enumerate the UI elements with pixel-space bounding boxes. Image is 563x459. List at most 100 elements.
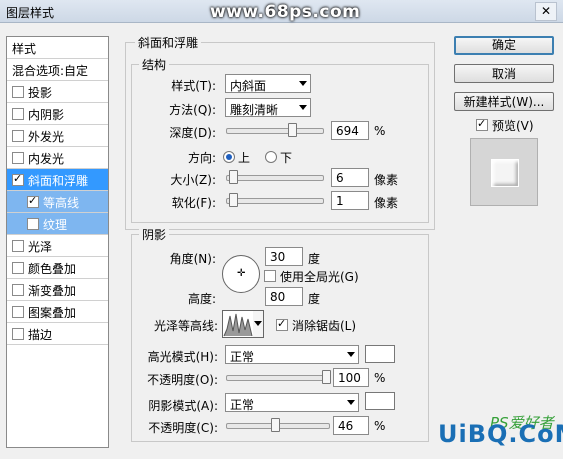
bevel-group-title: 斜面和浮雕 bbox=[135, 34, 202, 51]
radio-checked-icon bbox=[223, 151, 235, 163]
shadow-mode-select[interactable]: 正常 bbox=[225, 393, 359, 412]
chevron-down-icon bbox=[299, 81, 307, 86]
preview-checkbox[interactable]: 预览(V) bbox=[476, 117, 534, 134]
checkbox-icon[interactable] bbox=[12, 152, 24, 164]
soften-field[interactable]: 1 bbox=[331, 191, 369, 210]
chevron-down-icon bbox=[299, 105, 307, 110]
angle-unit: 度 bbox=[308, 252, 321, 266]
checkbox-icon[interactable] bbox=[27, 218, 39, 230]
style-item-label: 投影 bbox=[28, 86, 53, 100]
styles-list: 样式 混合选项:自定 投影内阴影外发光内发光斜面和浮雕等高线纹理光泽颜色叠加渐变… bbox=[6, 36, 109, 448]
method-label: 方法(Q): bbox=[169, 103, 216, 117]
size-slider-thumb[interactable] bbox=[229, 170, 238, 184]
cancel-button[interactable]: 取消 bbox=[454, 64, 554, 83]
style-label: 样式(T): bbox=[171, 79, 216, 93]
gloss-contour-picker[interactable] bbox=[222, 310, 254, 338]
blending-options-item[interactable]: 混合选项:自定 bbox=[7, 59, 108, 81]
checkbox-icon[interactable] bbox=[12, 240, 24, 252]
direction-down-label: 下 bbox=[280, 151, 293, 165]
style-item-label: 斜面和浮雕 bbox=[28, 174, 89, 188]
size-field[interactable]: 6 bbox=[331, 168, 369, 187]
highlight-opacity-field[interactable]: 100 bbox=[333, 368, 369, 387]
style-item-label: 光泽 bbox=[28, 240, 53, 254]
shading-title: 阴影 bbox=[139, 226, 170, 243]
gloss-contour-dropdown[interactable] bbox=[253, 310, 264, 338]
shadow-color-swatch[interactable] bbox=[365, 392, 395, 410]
direction-down-radio[interactable]: 下 bbox=[265, 149, 292, 166]
checkbox-checked-icon[interactable] bbox=[12, 172, 24, 186]
style-item[interactable]: 内发光 bbox=[7, 147, 108, 169]
direction-up-radio[interactable]: 上 bbox=[223, 149, 250, 166]
style-item-label: 描边 bbox=[28, 328, 53, 342]
soften-unit: 像素 bbox=[374, 196, 399, 210]
style-item[interactable]: 内阴影 bbox=[7, 103, 108, 125]
close-button[interactable]: ✕ bbox=[535, 2, 557, 21]
crosshair-icon: ✛ bbox=[237, 268, 246, 279]
styles-header[interactable]: 样式 bbox=[7, 37, 108, 59]
angle-field[interactable]: 30 bbox=[265, 247, 303, 266]
checkbox-icon[interactable] bbox=[12, 328, 24, 340]
style-item-label: 内阴影 bbox=[28, 108, 65, 122]
new-style-button[interactable]: 新建样式(W)... bbox=[454, 92, 554, 111]
style-item[interactable]: 纹理 bbox=[7, 213, 108, 235]
checkbox-icon[interactable] bbox=[12, 130, 24, 142]
highlight-opacity-label: 不透明度(O): bbox=[147, 373, 218, 387]
chevron-down-icon bbox=[254, 321, 262, 326]
gloss-contour-label: 光泽等高线: bbox=[153, 319, 218, 333]
soften-label: 软化(F): bbox=[171, 196, 216, 210]
style-item-label: 外发光 bbox=[28, 130, 65, 144]
style-item[interactable]: 光泽 bbox=[7, 235, 108, 257]
highlight-mode-select[interactable]: 正常 bbox=[225, 345, 359, 364]
shadow-opacity-field[interactable]: 46 bbox=[333, 416, 369, 435]
highlight-mode-label: 高光模式(H): bbox=[147, 350, 218, 364]
highlight-opacity-slider[interactable] bbox=[226, 370, 331, 384]
style-item[interactable]: 等高线 bbox=[7, 191, 108, 213]
direction-label: 方向: bbox=[187, 151, 216, 165]
watermark-bottom-logo: UiBQ.CoM bbox=[438, 420, 563, 448]
antialias-checkbox[interactable]: 消除锯齿(L) bbox=[276, 317, 356, 334]
style-item-label: 图案叠加 bbox=[28, 306, 77, 320]
depth-slider-thumb[interactable] bbox=[288, 123, 297, 137]
style-item[interactable]: 渐变叠加 bbox=[7, 279, 108, 301]
highlight-color-swatch[interactable] bbox=[365, 345, 395, 363]
angle-dial[interactable]: ✛ bbox=[222, 255, 260, 293]
style-item[interactable]: 外发光 bbox=[7, 125, 108, 147]
checkbox-icon[interactable] bbox=[12, 86, 24, 98]
depth-slider[interactable] bbox=[226, 123, 324, 137]
shadow-opacity-slider[interactable] bbox=[226, 418, 330, 432]
antialias-label: 消除锯齿(L) bbox=[292, 319, 357, 333]
checkbox-icon[interactable] bbox=[12, 306, 24, 318]
window-title: 图层样式 bbox=[6, 6, 55, 20]
method-select[interactable]: 雕刻清晰 bbox=[225, 98, 311, 117]
global-light-label: 使用全局光(G) bbox=[280, 270, 359, 284]
soften-slider-thumb[interactable] bbox=[229, 193, 238, 207]
checkbox-icon[interactable] bbox=[12, 108, 24, 120]
checkbox-icon[interactable] bbox=[12, 262, 24, 274]
depth-field[interactable]: 694 bbox=[331, 121, 369, 140]
style-item[interactable]: 图案叠加 bbox=[7, 301, 108, 323]
highlight-opacity-thumb[interactable] bbox=[322, 370, 331, 384]
soften-slider[interactable] bbox=[226, 193, 324, 207]
style-item[interactable]: 颜色叠加 bbox=[7, 257, 108, 279]
altitude-unit: 度 bbox=[308, 292, 321, 306]
size-slider[interactable] bbox=[226, 170, 324, 184]
style-item[interactable]: 斜面和浮雕 bbox=[7, 169, 108, 191]
altitude-field[interactable]: 80 bbox=[265, 287, 303, 306]
highlight-mode-value: 正常 bbox=[230, 350, 255, 364]
style-item[interactable]: 投影 bbox=[7, 81, 108, 103]
style-item-label: 等高线 bbox=[43, 196, 80, 210]
style-item[interactable]: 描边 bbox=[7, 323, 108, 345]
chevron-down-icon bbox=[347, 400, 355, 405]
structure-title: 结构 bbox=[139, 56, 170, 73]
checkbox-icon[interactable] bbox=[12, 284, 24, 296]
style-select[interactable]: 内斜面 bbox=[225, 74, 311, 93]
ok-button[interactable]: 确定 bbox=[454, 36, 554, 55]
size-label: 大小(Z): bbox=[170, 173, 216, 187]
shadow-opacity-thumb[interactable] bbox=[271, 418, 280, 432]
angle-label: 角度(N): bbox=[169, 252, 216, 266]
shadow-mode-value: 正常 bbox=[230, 398, 255, 412]
watermark-top: www.68ps.com bbox=[210, 2, 361, 22]
checkbox-icon bbox=[264, 270, 276, 282]
checkbox-checked-icon[interactable] bbox=[27, 194, 39, 208]
global-light-checkbox[interactable]: 使用全局光(G) bbox=[264, 268, 359, 285]
